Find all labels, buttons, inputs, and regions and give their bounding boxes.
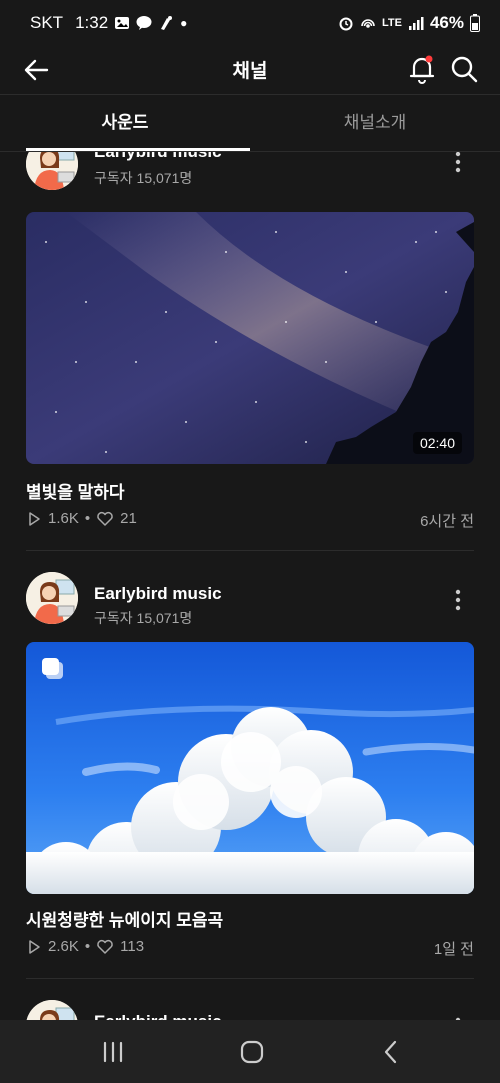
post-title[interactable]: 시원청량한 뉴에이지 모음곡	[26, 906, 223, 931]
nav-back-icon[interactable]	[376, 1037, 406, 1067]
more-vert-icon[interactable]	[446, 588, 470, 612]
post-time: 1일 전	[433, 941, 474, 958]
post-card[interactable]: Earlybird music 구독자 15,071명	[0, 572, 500, 982]
battery-level: 46%	[429, 13, 464, 32]
app-header: 채널	[0, 46, 500, 94]
post-thumbnail[interactable]: 02:40	[26, 212, 474, 464]
channel-name[interactable]: Earlybird music	[94, 152, 222, 162]
post-divider	[26, 550, 474, 551]
heart-icon[interactable]	[96, 939, 114, 955]
night-sky-image	[26, 212, 474, 464]
carrier: SKT	[30, 13, 64, 32]
like-count: 21	[120, 510, 137, 527]
blue-sky-clouds-image	[26, 642, 474, 894]
channel-name[interactable]: Earlybird music	[94, 584, 222, 604]
post-card[interactable]: Earlybird music 구독자 15,071명	[0, 152, 500, 552]
alarm-icon	[339, 17, 353, 31]
hotspot-icon	[361, 19, 375, 28]
play-icon	[29, 511, 40, 526]
recent-apps-icon[interactable]	[98, 1037, 128, 1067]
network-type: LTE	[382, 17, 402, 29]
stats-separator: •	[84, 938, 91, 955]
heart-icon[interactable]	[96, 511, 114, 527]
post-card[interactable]: Earlybird music	[0, 1000, 500, 1020]
battery-icon	[470, 14, 480, 32]
clock: 1:32	[75, 13, 109, 32]
post-time: 6시간 전	[420, 513, 474, 530]
play-count: 1.6K	[48, 510, 79, 527]
channel-avatar[interactable]	[26, 572, 78, 624]
post-stats: 1.6K • 21	[26, 510, 137, 527]
play-count: 2.6K	[48, 938, 79, 955]
sound-feed[interactable]: Earlybird music 구독자 15,071명	[0, 152, 500, 1020]
subscriber-count: 구독자 15,071명	[94, 610, 193, 626]
multi-image-icon	[42, 658, 63, 679]
play-icon	[29, 939, 40, 954]
duration-badge: 02:40	[412, 432, 462, 454]
more-vert-icon[interactable]	[446, 152, 470, 174]
notification-dot	[425, 55, 433, 63]
search-icon[interactable]	[447, 52, 481, 86]
channel-avatar[interactable]	[26, 152, 78, 190]
tab-sound[interactable]: 사운드	[0, 95, 250, 151]
bell-icon[interactable]	[405, 52, 439, 86]
post-title[interactable]: 별빛을 말하다	[26, 478, 125, 503]
post-stats: 2.6K • 113	[26, 938, 144, 955]
channel-name[interactable]: Earlybird music	[94, 1012, 222, 1020]
home-icon[interactable]	[237, 1037, 267, 1067]
post-divider	[26, 978, 474, 979]
status-bar: SKT 1:32 ● LTE 46%	[0, 0, 500, 46]
like-count: 113	[120, 938, 145, 955]
stats-separator: •	[84, 510, 91, 527]
talk-notification-icon	[136, 16, 152, 30]
tab-channel-info[interactable]: 채널소개	[250, 95, 500, 151]
more-notifications-dot: ●	[180, 16, 188, 30]
subscriber-count: 구독자 15,071명	[94, 170, 193, 186]
signal-icon	[408, 17, 424, 30]
channel-avatar[interactable]	[26, 1000, 78, 1020]
system-nav-bar	[0, 1020, 500, 1083]
app-notification-icon	[161, 16, 173, 30]
post-thumbnail[interactable]	[26, 642, 474, 894]
gallery-notification-icon	[115, 17, 130, 29]
tab-bar: 사운드 채널소개	[0, 95, 500, 151]
